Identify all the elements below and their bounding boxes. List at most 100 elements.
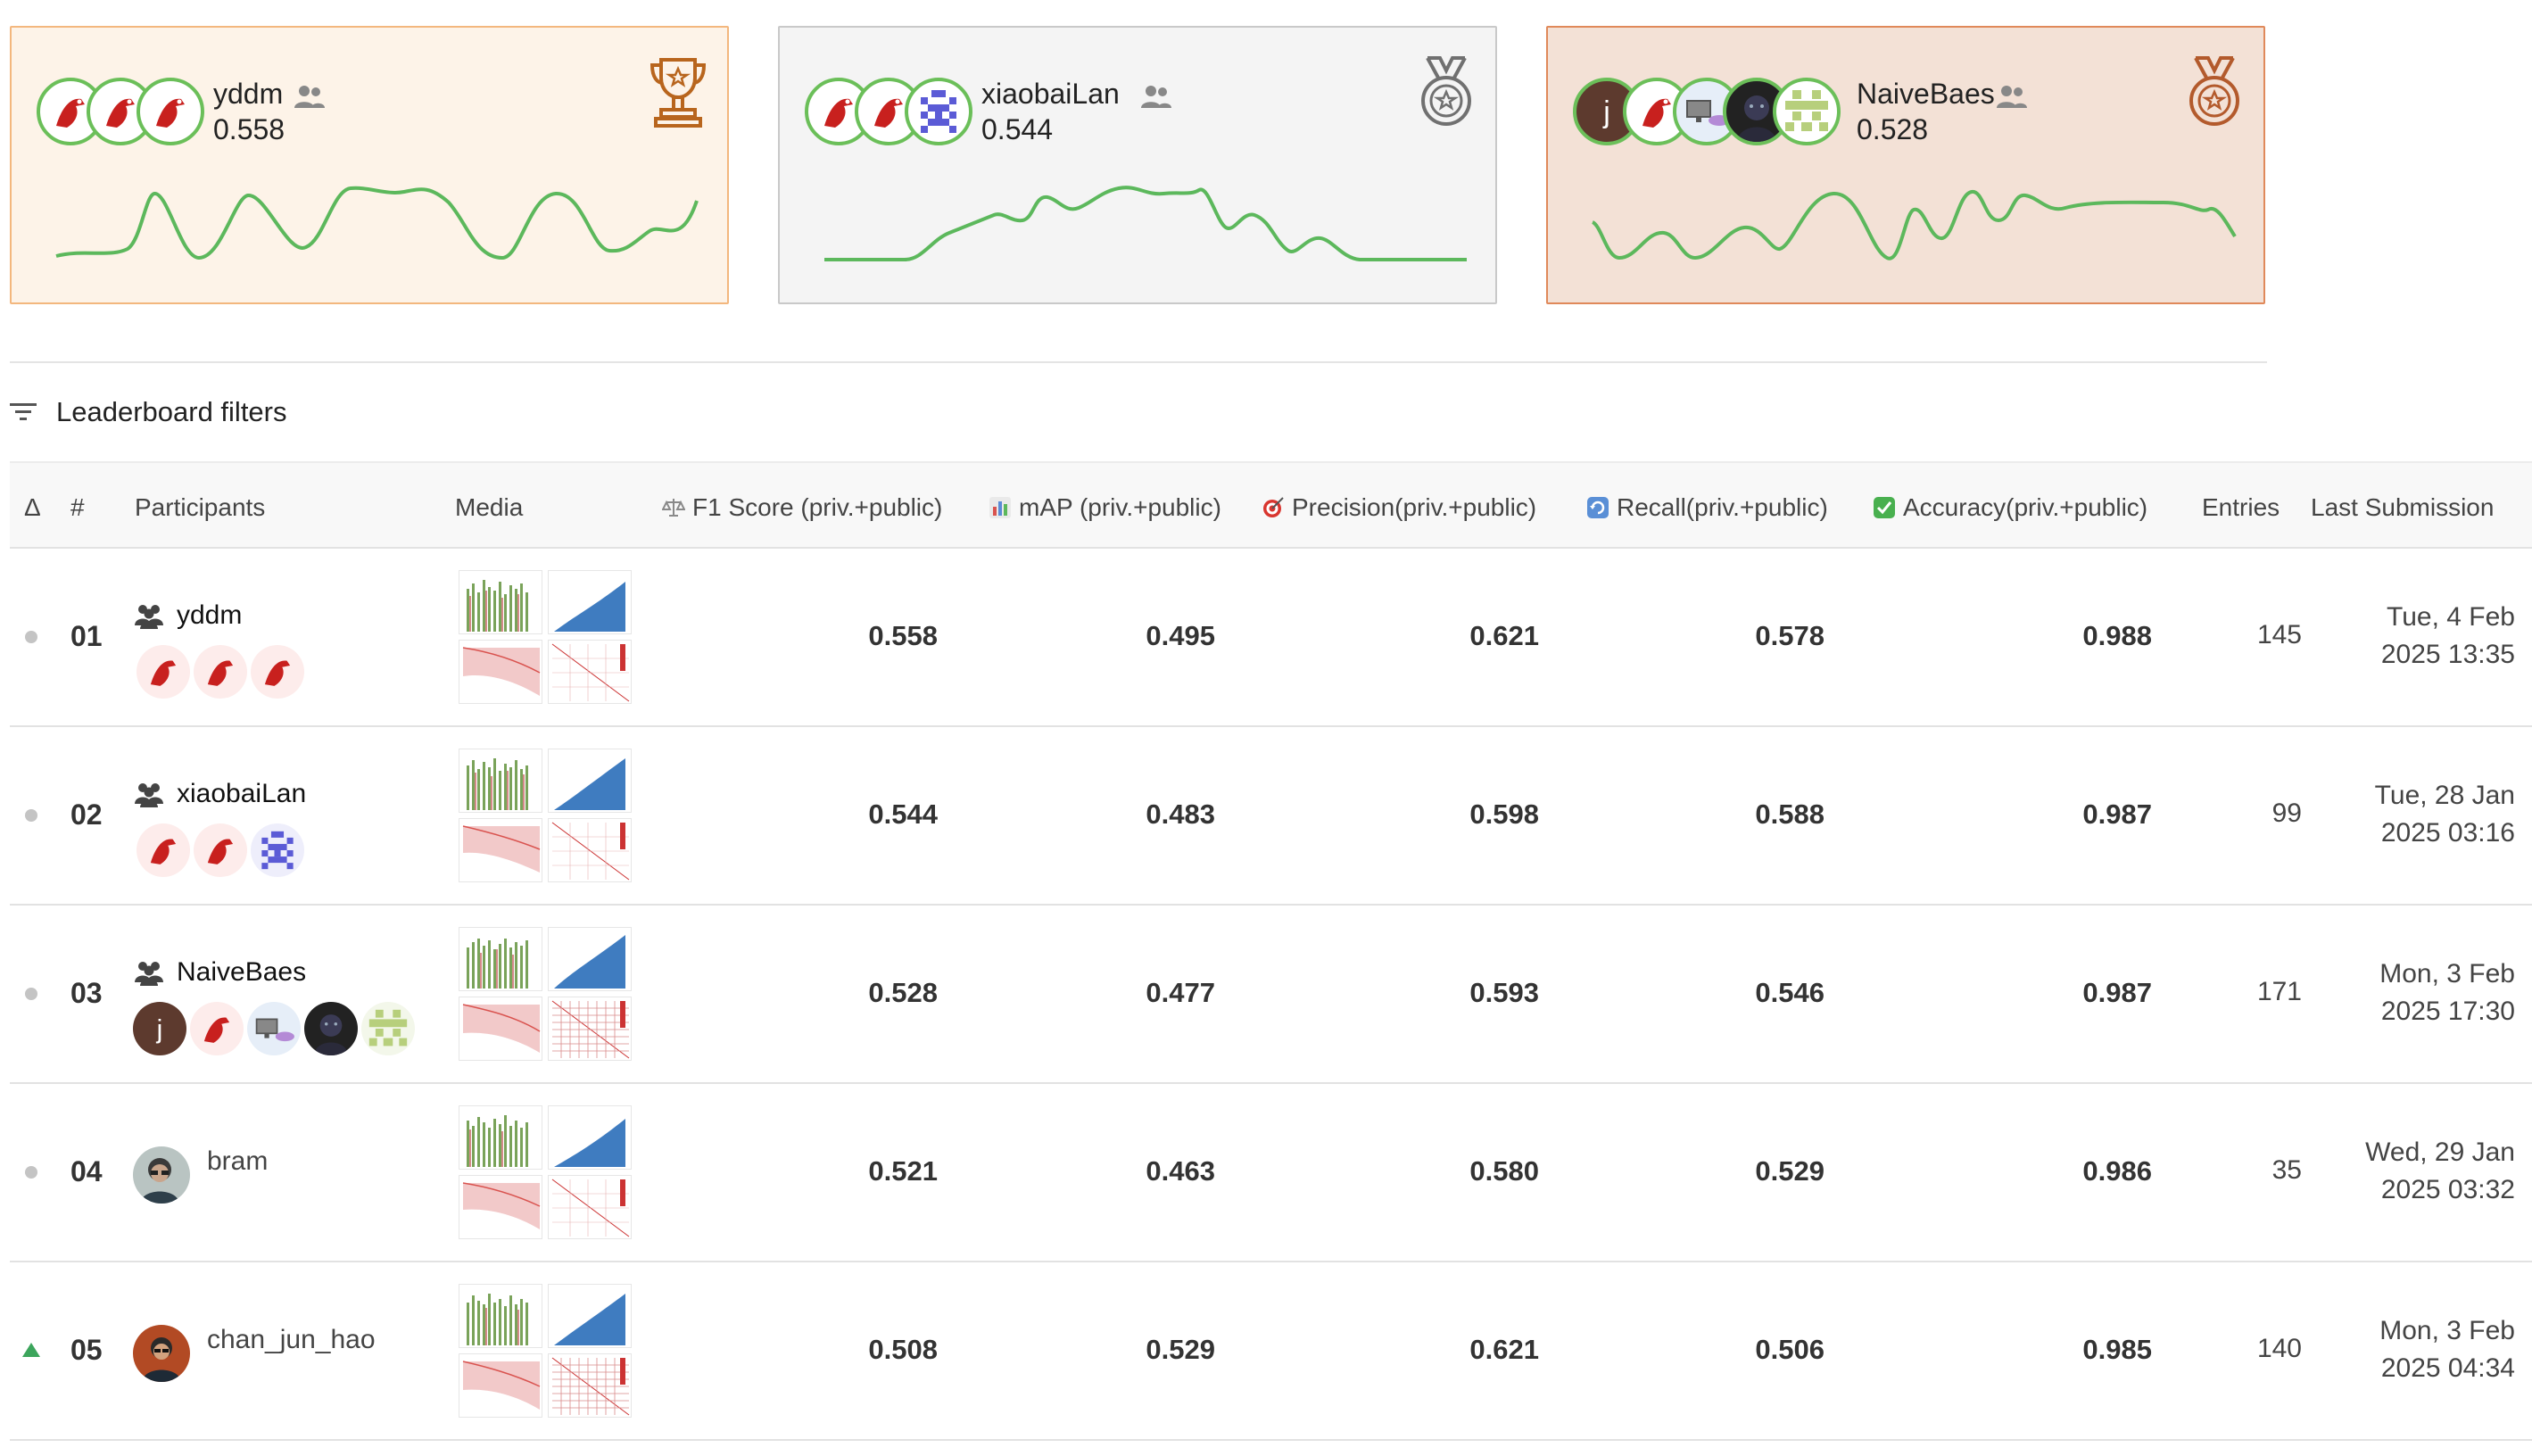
table-header: Δ # Participants Media F1 Score (priv.+p… xyxy=(10,461,2532,549)
media-thumbnails[interactable] xyxy=(459,1105,633,1239)
team-name[interactable]: xiaobaiLan xyxy=(981,78,1120,111)
col-recall[interactable]: Recall(priv.+public) xyxy=(1586,493,1828,522)
member-avatar[interactable] xyxy=(251,823,304,877)
participant-name[interactable]: bram xyxy=(207,1146,268,1177)
media-thumb[interactable] xyxy=(459,570,542,634)
participant-name[interactable]: yddm xyxy=(177,600,242,631)
team-name[interactable]: yddm xyxy=(213,78,283,111)
media-thumb[interactable] xyxy=(548,927,632,991)
last-submission-day: Tue, 4 Feb xyxy=(2387,602,2515,632)
filter-icon xyxy=(10,403,37,420)
media-thumb[interactable] xyxy=(548,997,632,1061)
f1-score: 0.521 xyxy=(868,1155,938,1187)
media-thumb[interactable] xyxy=(459,997,542,1061)
col-delta[interactable]: Δ xyxy=(24,493,41,522)
media-thumb[interactable] xyxy=(459,749,542,813)
media-thumb[interactable] xyxy=(548,1105,632,1170)
member-avatar[interactable] xyxy=(361,1002,415,1055)
leaderboard-filters-toggle[interactable]: Leaderboard filters xyxy=(10,393,287,432)
team-name[interactable]: NaiveBaes xyxy=(1857,78,1995,111)
col-accuracy[interactable]: Accuracy(priv.+public) xyxy=(1873,493,2147,522)
recall-score: 0.588 xyxy=(1755,798,1825,830)
member-avatar[interactable] xyxy=(137,823,190,877)
precision-score: 0.621 xyxy=(1469,620,1539,651)
entries-count: 140 xyxy=(2256,1334,2302,1363)
entries-count: 145 xyxy=(2256,620,2302,649)
f1-score: 0.558 xyxy=(868,620,938,651)
media-thumb[interactable] xyxy=(548,818,632,882)
silver-medal-icon xyxy=(1421,56,1471,126)
col-last-submission[interactable]: Last Submission xyxy=(2311,493,2494,522)
member-avatar[interactable] xyxy=(190,1002,244,1055)
member-avatar[interactable] xyxy=(304,1002,358,1055)
participant-name[interactable]: xiaobaiLan xyxy=(177,779,306,809)
col-map[interactable]: mAP (priv.+public) xyxy=(989,493,1221,522)
media-thumb[interactable] xyxy=(459,818,542,882)
media-thumbnails[interactable] xyxy=(459,927,633,1061)
col-media[interactable]: Media xyxy=(455,493,523,522)
member-avatar[interactable] xyxy=(247,1002,301,1055)
media-thumbnails[interactable] xyxy=(459,570,633,704)
media-thumbnails[interactable] xyxy=(459,749,633,882)
avatar[interactable] xyxy=(137,78,204,145)
entries-count: 99 xyxy=(2271,798,2302,828)
member-avatar[interactable] xyxy=(194,823,247,877)
media-thumb[interactable] xyxy=(459,1353,542,1418)
media-thumb[interactable] xyxy=(459,1175,542,1239)
avatar[interactable] xyxy=(905,78,972,145)
media-thumb[interactable] xyxy=(548,1175,632,1239)
last-submission-day: Wed, 29 Jan xyxy=(2365,1138,2515,1167)
media-thumb[interactable] xyxy=(459,1284,542,1348)
media-thumb[interactable] xyxy=(548,1284,632,1348)
table-row[interactable]: 02 xiaobaiLan 0.544 0.483 0.598 0.588 0.… xyxy=(10,727,2532,906)
balance-scale-icon xyxy=(662,499,685,517)
member-avatar[interactable] xyxy=(194,645,247,699)
last-submission-time: 2025 04:34 xyxy=(2380,1353,2515,1383)
team-icon xyxy=(1141,86,1171,108)
media-thumb[interactable] xyxy=(548,1353,632,1418)
col-participants[interactable]: Participants xyxy=(135,493,265,522)
media-thumb[interactable] xyxy=(548,749,632,813)
participant-avatar[interactable] xyxy=(133,1146,190,1204)
col-rank[interactable]: # xyxy=(70,493,85,522)
rank: 05 xyxy=(70,1334,103,1366)
participant-avatar[interactable] xyxy=(133,1325,190,1382)
svg-text:j: j xyxy=(156,1015,163,1045)
col-accuracy-label: Accuracy(priv.+public) xyxy=(1903,493,2148,521)
media-thumb[interactable] xyxy=(548,570,632,634)
map-score: 0.495 xyxy=(1146,620,1215,651)
last-submission-time: 2025 03:32 xyxy=(2380,1175,2515,1204)
avatar[interactable] xyxy=(1773,78,1841,145)
table-row[interactable]: 01 yddm 0.558 0.495 0.621 0.578 0.988 14… xyxy=(10,549,2532,727)
team-score: 0.528 xyxy=(1857,113,1929,145)
podium-card-third[interactable]: j NaiveBaes 0.528 xyxy=(1546,26,2265,304)
col-map-label: mAP (priv.+public) xyxy=(1019,493,1221,521)
media-thumbnails[interactable] xyxy=(459,1284,633,1418)
f1-score: 0.528 xyxy=(868,977,938,1008)
member-avatar[interactable] xyxy=(251,645,304,699)
col-f1[interactable]: F1 Score (priv.+public) xyxy=(662,493,942,522)
table-row[interactable]: 04 bram 0.521 0.463 0.580 0.529 0.986 35… xyxy=(10,1084,2532,1262)
media-thumb[interactable] xyxy=(548,640,632,704)
participant-name[interactable]: chan_jun_hao xyxy=(207,1325,376,1355)
table-row[interactable]: 03 NaiveBaes j 0.528 0.477 0.593 0.546 0… xyxy=(10,906,2532,1084)
member-avatar[interactable] xyxy=(137,645,190,699)
col-entries[interactable]: Entries xyxy=(2202,493,2280,522)
podium-card-first[interactable]: yddm 0.558 xyxy=(10,26,729,304)
map-score: 0.483 xyxy=(1146,798,1215,830)
media-thumb[interactable] xyxy=(459,640,542,704)
rank-unchanged-icon xyxy=(25,1166,37,1179)
media-thumb[interactable] xyxy=(459,927,542,991)
score-sparkline xyxy=(824,186,1467,261)
score-sparkline xyxy=(1591,190,2237,261)
col-precision[interactable]: Precision(priv.+public) xyxy=(1262,493,1536,522)
member-avatar[interactable]: j xyxy=(133,1002,186,1055)
podium-card-second[interactable]: xiaobaiLan 0.544 xyxy=(778,26,1497,304)
accuracy-score: 0.985 xyxy=(2082,1334,2152,1365)
media-thumb[interactable] xyxy=(459,1105,542,1170)
participant-name[interactable]: NaiveBaes xyxy=(177,957,306,988)
f1-score: 0.508 xyxy=(868,1334,938,1365)
leaderboard-table: Δ # Participants Media F1 Score (priv.+p… xyxy=(10,461,2532,1441)
table-row[interactable]: 05 chan_jun_hao 0.508 0.529 0.621 0.506 … xyxy=(10,1262,2532,1441)
recall-score: 0.529 xyxy=(1755,1155,1825,1187)
